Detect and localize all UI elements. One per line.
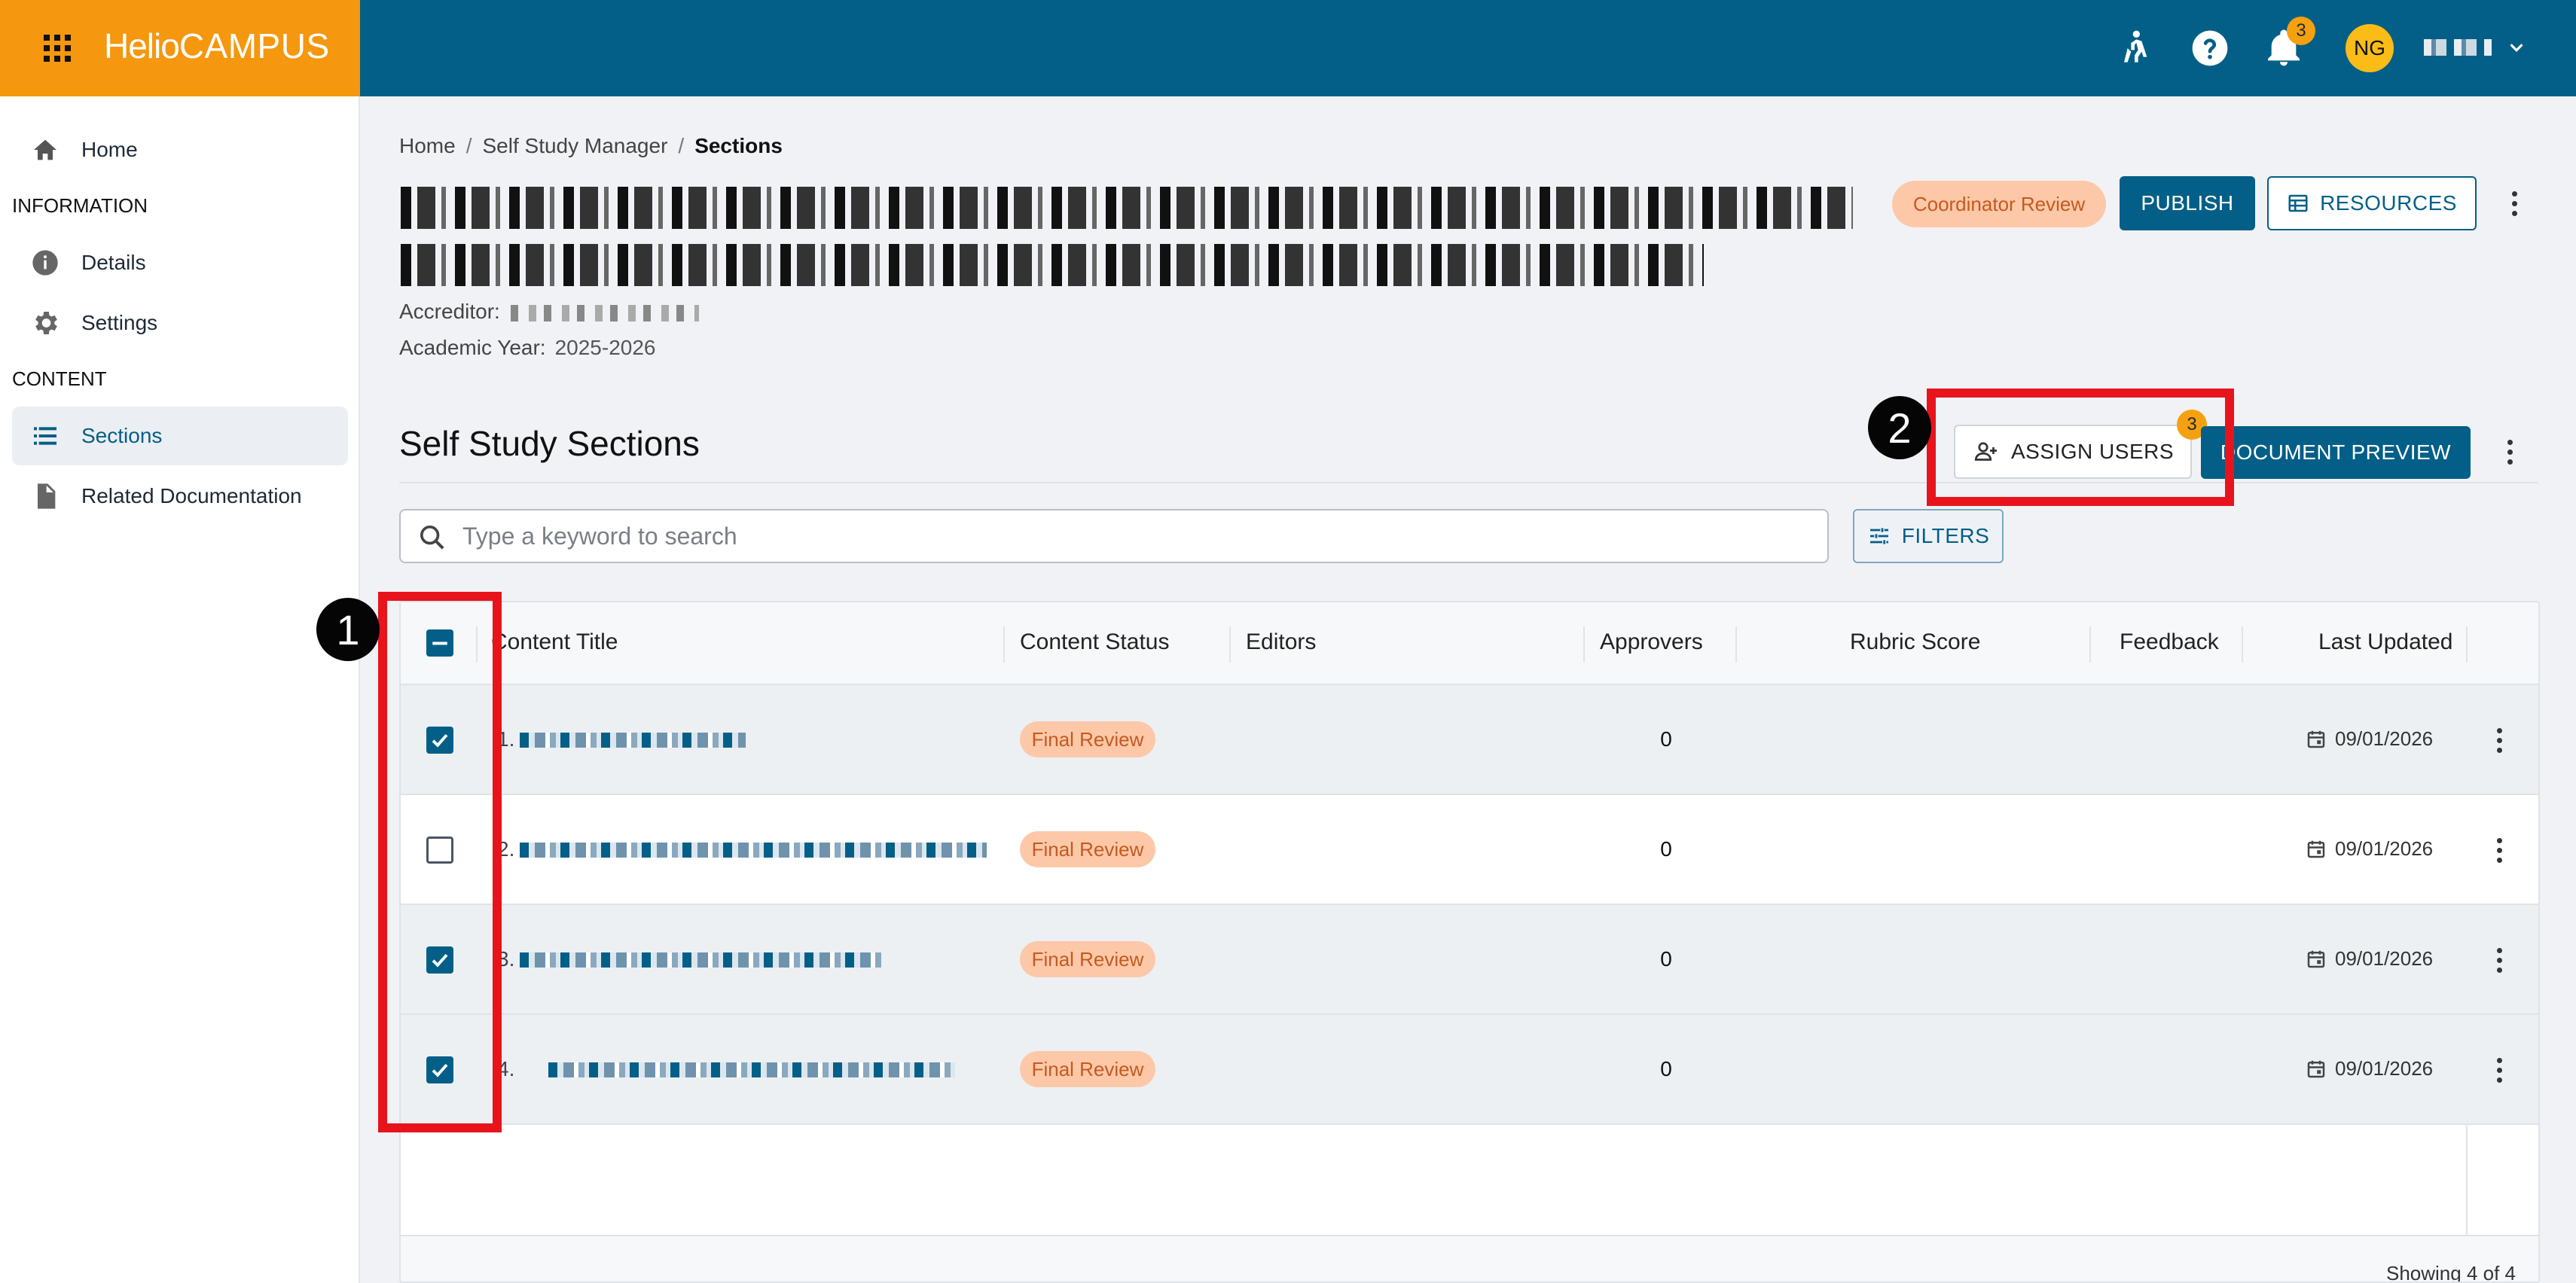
list-icon: [34, 427, 56, 445]
sidebar-item-label: Related Documentation: [81, 484, 302, 507]
chevron-down-icon[interactable]: [2505, 36, 2528, 59]
notification-count-badge: 3: [2287, 17, 2315, 45]
content-title-redacted[interactable]: [548, 1062, 955, 1077]
sidebar-section-information: INFORMATION: [12, 194, 148, 217]
status-badge: Final Review: [1020, 721, 1155, 757]
academic-year-value: 2025-2026: [554, 336, 656, 359]
accessibility-walk-icon[interactable]: [2114, 27, 2156, 69]
approvers-count: 0: [1660, 837, 1672, 861]
table-icon: [2288, 194, 2308, 212]
sidebar-item-settings[interactable]: Settings: [12, 294, 348, 352]
content-title-redacted[interactable]: [520, 843, 987, 858]
row-more-options-icon[interactable]: [2484, 1049, 2514, 1091]
breadcrumb-current: Sections: [694, 134, 783, 157]
breadcrumb-home[interactable]: Home: [399, 134, 456, 157]
sidebar-item-related-documentation[interactable]: Related Documentation: [12, 467, 348, 526]
breadcrumb: Home / Self Study Manager / Sections: [399, 134, 783, 157]
sidebar: Home INFORMATION Details Settings CONTEN…: [0, 96, 360, 1283]
approvers-count: 0: [1660, 727, 1672, 751]
status-badge: Final Review: [1020, 941, 1155, 977]
page-title-redacted-line2: [401, 244, 1704, 286]
document-preview-button[interactable]: DOCUMENT PREVIEW: [2201, 426, 2471, 479]
divider: [2466, 1125, 2468, 1235]
column-feedback[interactable]: Feedback: [2120, 629, 2219, 655]
heliocampus-logo[interactable]: HelioCAMPUS: [104, 26, 330, 66]
academic-year-line: Academic Year: 2025-2026: [399, 336, 656, 359]
sidebar-item-label: Details: [81, 251, 146, 274]
sidebar-item-details[interactable]: Details: [12, 233, 348, 292]
table-row[interactable]: 2. Final Review 0 09/01/2026: [401, 795, 2538, 905]
content-title-redacted[interactable]: [520, 733, 746, 748]
column-content-status[interactable]: Content Status: [1020, 629, 1169, 655]
top-bar: HelioCAMPUS 3 NG: [0, 0, 2576, 96]
calendar-icon: [2307, 840, 2325, 858]
sidebar-item-label: Settings: [81, 311, 158, 334]
username-redacted[interactable]: [2424, 39, 2492, 56]
sidebar-section-content: CONTENT: [12, 367, 107, 390]
column-editors[interactable]: Editors: [1246, 629, 1316, 655]
column-content-title[interactable]: Content Title: [491, 629, 618, 655]
column-rubric-score[interactable]: Rubric Score: [1850, 629, 1980, 655]
table-row[interactable]: 4. Final Review 0 09/01/2026: [401, 1015, 2538, 1125]
sections-more-options-icon[interactable]: [2495, 431, 2525, 473]
gear-icon: [35, 312, 57, 334]
calendar-icon: [2307, 1060, 2325, 1077]
search-icon: [420, 526, 444, 550]
annotation-box-1: [378, 592, 502, 1132]
annotation-box-2: [1927, 389, 2234, 506]
approvers-count: 0: [1660, 947, 1672, 971]
row-more-options-icon[interactable]: [2484, 939, 2514, 981]
sidebar-item-label: Home: [81, 138, 138, 161]
table-header: Content Title Content Status Editors App…: [401, 602, 2538, 685]
apps-grid-icon[interactable]: [44, 35, 71, 62]
calendar-icon: [2307, 730, 2325, 748]
last-updated: 09/01/2026: [2305, 947, 2433, 971]
document-icon: [38, 483, 56, 509]
search-field[interactable]: [399, 509, 1829, 563]
accreditor-value-redacted: [510, 304, 699, 322]
annotation-step-1: 1: [316, 598, 380, 661]
coordinator-review-badge: Coordinator Review: [1892, 181, 2106, 227]
status-badge: Final Review: [1020, 831, 1155, 867]
home-icon: [34, 139, 56, 160]
approvers-count: 0: [1660, 1057, 1672, 1080]
info-icon: [32, 250, 58, 276]
table-row[interactable]: 1. Final Review 0 09/01/2026: [401, 685, 2538, 795]
tune-icon: [1869, 528, 1888, 544]
content-title-redacted[interactable]: [520, 952, 881, 968]
last-updated: 09/01/2026: [2305, 837, 2433, 861]
brand-area: HelioCAMPUS: [0, 0, 360, 96]
calendar-icon: [2307, 950, 2325, 968]
row-more-options-icon[interactable]: [2484, 719, 2514, 761]
publish-button[interactable]: PUBLISH: [2120, 176, 2255, 230]
page-title-redacted: [401, 187, 1853, 229]
last-updated: 09/01/2026: [2305, 727, 2433, 751]
page-more-options-icon[interactable]: [2499, 182, 2529, 224]
accreditor-line: Accreditor:: [399, 300, 699, 324]
column-last-updated[interactable]: Last Updated: [2318, 629, 2452, 655]
last-updated: 09/01/2026: [2305, 1057, 2433, 1080]
sidebar-item-home[interactable]: Home: [12, 120, 348, 179]
filters-button[interactable]: FILTERS: [1853, 509, 2004, 563]
resources-button[interactable]: RESOURCES: [2267, 176, 2477, 230]
help-icon[interactable]: [2189, 27, 2231, 69]
row-more-options-icon[interactable]: [2484, 829, 2514, 871]
section-title: Self Study Sections: [399, 424, 700, 463]
breadcrumb-self-study-manager[interactable]: Self Study Manager: [482, 134, 667, 157]
table-footer: Showing 4 of 4: [401, 1235, 2538, 1283]
showing-count: Showing 4 of 4: [2385, 1262, 2516, 1283]
annotation-step-2: 2: [1868, 396, 1931, 459]
table-row[interactable]: 3. Final Review 0 09/01/2026: [401, 905, 2538, 1015]
column-approvers[interactable]: Approvers: [1600, 629, 1703, 655]
search-input[interactable]: [462, 518, 1803, 554]
sidebar-item-sections[interactable]: Sections: [12, 407, 348, 465]
avatar[interactable]: NG: [2346, 24, 2394, 72]
status-badge: Final Review: [1020, 1051, 1155, 1087]
sections-table: Content Title Content Status Editors App…: [399, 601, 2540, 1283]
sidebar-item-label: Sections: [81, 424, 163, 447]
